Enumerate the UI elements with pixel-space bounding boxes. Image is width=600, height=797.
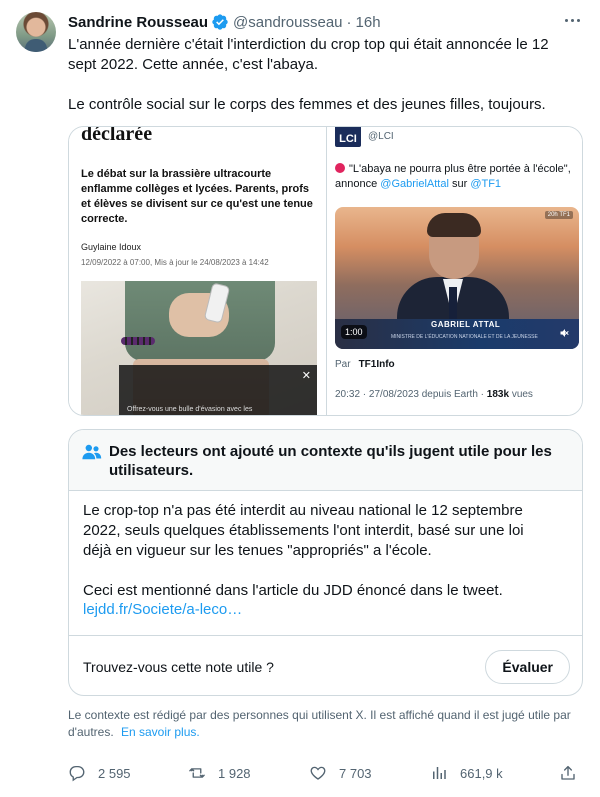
tweet-paragraph-2: Le contrôle social sur le corps des femm… (68, 96, 546, 113)
tweet-paragraph-1: L'année dernière c'était l'interdiction … (68, 36, 549, 73)
divider (69, 635, 582, 636)
separator: · (346, 13, 352, 31)
community-note-paragraph-2: Ceci est mentionné dans l'article du JDD… (83, 582, 503, 599)
reply-icon (69, 765, 85, 782)
lci-logo: LCI (335, 127, 361, 147)
mention-joiner: sur (451, 178, 468, 190)
tweet-text: L'année dernière c'était l'interdiction … (68, 35, 578, 135)
tie-shape (449, 287, 457, 323)
bracelet-shape (121, 337, 155, 345)
quoted-text: "L'abaya ne pourra plus être portée à l'… (335, 162, 575, 192)
community-note-title: Des lecteurs ont ajouté un contexte qu'i… (109, 443, 552, 479)
like-count: 7 703 (339, 765, 372, 781)
video-source: Par TF1Info (335, 359, 395, 370)
more-icon[interactable] (562, 10, 582, 30)
ad-overlay: ✕ Offrez-vous une bulle d'évasion avec l… (119, 365, 317, 415)
tweet-header: Sandrine Rousseau @sandrousseau · 16h (68, 12, 381, 32)
learn-more-link[interactable]: En savoir plus. (121, 725, 200, 739)
community-note-header: Des lecteurs ont ajouté un contexte qu'i… (69, 430, 582, 491)
repost-button[interactable]: 1 928 (188, 764, 251, 782)
quoted-views-label: vues (511, 389, 533, 400)
author-handle[interactable]: @sandrousseau (233, 14, 342, 31)
quoted-time: 20:32 · 27/08/2023 depuis Earth · (335, 389, 484, 400)
red-circle-icon (335, 163, 345, 173)
source-name: TF1Info (358, 359, 395, 370)
share-icon[interactable] (559, 764, 577, 782)
like-button[interactable]: 7 703 (309, 764, 372, 782)
lci-handle: @LCI (368, 131, 394, 142)
close-icon[interactable]: ✕ (302, 369, 311, 382)
retweet-screenshot[interactable]: LCI @LCI "L'abaya ne pourra plus être po… (327, 127, 582, 415)
media-grid[interactable]: déclarée Le débat sur la brassière ultra… (68, 126, 583, 416)
channel-badge: 20h TF1 (544, 211, 573, 219)
mention-tf1: @TF1 (470, 178, 502, 190)
article-headline: déclarée (81, 126, 153, 145)
context-footnote: Le contexte est rédigé par des personnes… (68, 707, 583, 741)
reply-count: 2 595 (98, 765, 131, 781)
article-author: Guylaine Idoux (81, 242, 142, 252)
hair-shape (427, 213, 481, 237)
community-note: Des lecteurs ont ajouté un contexte qu'i… (68, 429, 583, 696)
mention-gabrielattal: @GabrielAttal (380, 178, 449, 190)
rate-button[interactable]: Évaluer (485, 650, 570, 684)
reply-button[interactable]: 2 595 (68, 764, 131, 782)
article-lede: Le débat sur la brassière ultracourte en… (81, 168, 313, 225)
people-icon (82, 444, 102, 460)
mute-icon (560, 329, 569, 337)
author-name[interactable]: Sandrine Rousseau (68, 14, 208, 31)
like-icon (310, 766, 326, 780)
quoted-meta: 20:32 · 27/08/2023 depuis Earth · 183k v… (335, 389, 533, 400)
lower-third-name: GABRIEL ATTAL (431, 320, 501, 329)
timestamp[interactable]: 16h (356, 14, 381, 31)
lower-third-role: MINISTRE DE L'ÉDUCATION NATIONALE ET DE … (391, 334, 538, 340)
video-thumbnail: 20h TF1 GABRIEL ATTAL MINISTRE DE L'ÉDUC… (335, 207, 579, 349)
source-prefix: Par (335, 359, 351, 370)
rate-question: Trouvez-vous cette note utile ? (83, 659, 274, 675)
article-date: 12/09/2022 à 07:00, Mis à jour le 24/08/… (81, 258, 269, 267)
action-bar: 2 595 1 928 7 703 661,9 k (68, 760, 583, 788)
views-count: 661,9 k (460, 765, 503, 781)
video-duration: 1:00 (341, 325, 367, 339)
avatar[interactable] (16, 12, 56, 52)
community-note-paragraph-1: Le crop-top n'a pas été interdit au nive… (83, 502, 524, 559)
views-button[interactable]: 661,9 k (430, 764, 503, 782)
repost-icon (189, 768, 205, 778)
verified-badge-icon (212, 14, 228, 30)
article-screenshot[interactable]: déclarée Le débat sur la brassière ultra… (69, 126, 327, 415)
quoted-views: 183k (486, 389, 510, 400)
community-note-link[interactable]: lejdd.fr/Societe/a-leco… (83, 601, 242, 618)
views-icon (433, 767, 446, 779)
repost-count: 1 928 (218, 765, 251, 781)
ad-overlay-text: Offrez-vous une bulle d'évasion avec les (127, 406, 253, 413)
